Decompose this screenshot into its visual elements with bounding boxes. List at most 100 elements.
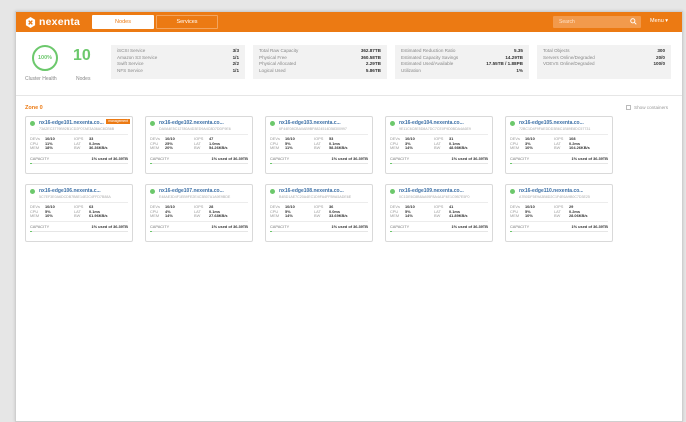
node-card[interactable]: nx16-edge105.nexenta.co... 72BC1D4F9FAEDD… bbox=[505, 116, 613, 174]
node-capacity: CAPACITY 1% used of 36.39TB bbox=[390, 152, 488, 161]
node-stats: DEVs 10/10 CPU 5% MEM 14% IOPS 36 LAT 0.0ms BW 33.6… bbox=[270, 202, 368, 219]
capacity-label: CAPACITY bbox=[510, 223, 530, 229]
search-icon[interactable] bbox=[630, 18, 637, 25]
node-stats: DEVs 10/10 CPU 5% MEM 11% IOPS 53 LAT 0.1ms BW 58.3… bbox=[270, 134, 368, 151]
summary-row-value: 2.29TB bbox=[365, 61, 381, 67]
node-stats: DEVs 10/10 CPU 11% MEM 18% IOPS 33 LAT 0.2ms BW 36.… bbox=[30, 134, 128, 151]
app-window: nexenta Nodes Services Search Menu ▾ 100… bbox=[15, 11, 683, 422]
divider bbox=[16, 95, 682, 96]
capacity-bar-fill bbox=[30, 230, 32, 233]
menu-button[interactable]: Menu ▾ bbox=[650, 18, 668, 24]
node-name-link[interactable]: nx16-edge101.nexenta.co... bbox=[39, 120, 104, 126]
stat-value: 61.96KB/s bbox=[89, 213, 108, 219]
node-stat: BW 33.69KB/s bbox=[314, 213, 348, 219]
node-card-header: nx16-edge106.nexenta.c... bbox=[30, 188, 128, 194]
stat-value: 20% bbox=[165, 145, 173, 151]
stat-value: 36.36KB/s bbox=[89, 145, 108, 151]
node-name-link[interactable]: nx16-edge107.nexenta.co... bbox=[159, 188, 224, 194]
node-capacity: CAPACITY 1% used of 36.39TB bbox=[150, 220, 248, 229]
node-card[interactable]: nx16-edge104.nexenta.co... 9E11C6C8E5D8A7… bbox=[385, 116, 493, 174]
capacity-bar-fill bbox=[390, 162, 392, 165]
node-stat: BW 54.26KB/s bbox=[194, 145, 228, 151]
summary-row-value: 20/0 bbox=[656, 54, 665, 60]
capacity-label: CAPACITY bbox=[150, 155, 170, 161]
capacity-bar-fill bbox=[30, 162, 32, 165]
stat-value: 11% bbox=[285, 145, 293, 151]
stats-col-right: IOPS 31 LAT 0.1ms BW 48.98KB/s bbox=[434, 136, 468, 151]
summary-row-label: iSCSI Service bbox=[117, 48, 146, 53]
capacity-label: CAPACITY bbox=[30, 155, 50, 161]
node-id: 5C7EF3E0A6DCDB7B8E14E2C4FFD7B88A bbox=[39, 195, 111, 199]
node-name-link[interactable]: nx16-edge103.nexenta.c... bbox=[279, 120, 341, 126]
node-stats: DEVs 10/10 CPU 5% MEM 10% IOPS 29 LAT 0.2ms BW 28.0… bbox=[510, 202, 608, 219]
node-card[interactable]: nx16-edge106.nexenta.c... 5C7EF3E0A6DCDB7… bbox=[25, 184, 133, 242]
summary-row-label: Swift Service bbox=[117, 61, 144, 67]
nodes-count: 10 bbox=[73, 47, 91, 64]
node-stat: BW 36.36KB/s bbox=[74, 145, 108, 151]
stat-value: 10% bbox=[525, 145, 533, 151]
node-card[interactable]: nx16-edge102.nexenta.co... DA0A4E5C12780A… bbox=[145, 116, 253, 174]
node-stat: BW 61.96KB/s bbox=[74, 213, 108, 219]
stats-col-right: IOPS 47 LAT 1.0ms BW 54.26KB/s bbox=[194, 136, 228, 151]
node-card[interactable]: nx16-edge107.nexenta.co... E48AE3D4F1EB9F… bbox=[145, 184, 253, 242]
nexenta-logo-icon bbox=[25, 16, 36, 28]
node-name-link[interactable]: nx16-edge106.nexenta.c... bbox=[39, 188, 101, 194]
status-dot-icon bbox=[150, 120, 155, 126]
capacity-value: 1% used of 36.39TB bbox=[571, 155, 608, 161]
summary-row-label: Utilization bbox=[401, 67, 421, 73]
management-badge: management bbox=[106, 119, 130, 124]
node-stats: DEVs 10/10 CPU 3% MEM 10% IOPS 108 LAT 0.2ms BW 104… bbox=[510, 134, 608, 151]
capacity-label: CAPACITY bbox=[510, 155, 530, 161]
summary-row-value: 1% bbox=[516, 67, 523, 73]
capacity-bar bbox=[270, 230, 368, 233]
summary-row-value: 14.29TB bbox=[505, 54, 523, 60]
capacity-bar-fill bbox=[150, 162, 152, 165]
summary-row: Utilization 1% bbox=[401, 68, 523, 75]
tab-services[interactable]: Services bbox=[156, 15, 218, 29]
node-name-link[interactable]: nx16-edge108.nexenta.co... bbox=[279, 188, 344, 194]
node-capacity: CAPACITY 1% used of 36.39TB bbox=[270, 220, 368, 229]
node-name-link[interactable]: nx16-edge104.nexenta.co... bbox=[399, 120, 464, 126]
capacity-bar-fill bbox=[270, 230, 272, 233]
checkbox[interactable] bbox=[626, 105, 632, 110]
logo[interactable]: nexenta bbox=[25, 16, 80, 28]
services-panel: iSCSI Service 3/3 Amazon S3 Service 1/1 Swif… bbox=[111, 45, 245, 79]
node-card-header: nx16-edge108.nexenta.co... bbox=[270, 188, 368, 194]
node-name-link[interactable]: nx16-edge110.nexenta.co... bbox=[519, 188, 583, 194]
summary-row-value: 360.58TB bbox=[360, 54, 381, 60]
tab-nodes[interactable]: Nodes bbox=[92, 15, 154, 29]
capacity-panel: Total Raw Capacity 362.87TB Physical Free 3… bbox=[253, 45, 387, 79]
capacity-bar bbox=[150, 230, 248, 233]
top-bar: nexenta Nodes Services Search Menu ▾ bbox=[16, 12, 682, 32]
capacity-bar bbox=[510, 162, 608, 165]
capacity-bar bbox=[150, 162, 248, 165]
node-card[interactable]: nx16-edge108.nexenta.co... B4BD1AE7C20A4E… bbox=[265, 184, 373, 242]
node-name-link[interactable]: nx16-edge109.nexenta.co... bbox=[399, 188, 464, 194]
node-card[interactable]: management nx16-edge101.nexenta.co... 73A2… bbox=[25, 116, 133, 174]
capacity-bar bbox=[390, 162, 488, 165]
stat-label: MEM bbox=[390, 145, 400, 151]
summary-row: Estimated Capacity Savings 14.29TB bbox=[401, 55, 523, 62]
stats-col-right: IOPS 53 LAT 0.1ms BW 58.36KB/s bbox=[314, 136, 348, 151]
show-containers-toggle[interactable]: Show containers bbox=[626, 105, 668, 110]
stats-col-right: IOPS 63 LAT 0.1ms BW 61.96KB/s bbox=[74, 204, 108, 219]
stats-col-right: IOPS 36 LAT 0.0ms BW 33.69KB/s bbox=[314, 204, 348, 219]
stat-value: 41.89KB/s bbox=[449, 213, 468, 219]
stat-value: 14% bbox=[405, 145, 413, 151]
summary-row: Estimated Used/Available 17.55TB / 1.88PB bbox=[401, 61, 523, 68]
node-card[interactable]: nx16-edge109.nexenta.co... 0C1DE6C8B8AA95… bbox=[385, 184, 493, 242]
node-name-link[interactable]: nx16-edge102.nexenta.co... bbox=[159, 120, 224, 126]
node-name-link[interactable]: nx16-edge105.nexenta.co... bbox=[519, 120, 584, 126]
stat-value: 33.69KB/s bbox=[329, 213, 348, 219]
node-card[interactable]: nx16-edge103.nexenta.c... 6F44E08CBA0AB9B… bbox=[265, 116, 373, 174]
node-card-header: nx16-edge102.nexenta.co... bbox=[150, 120, 248, 126]
status-dot-icon bbox=[150, 188, 155, 194]
summary-row: Physical Free 360.58TB bbox=[259, 55, 381, 62]
capacity-value: 1% used of 36.39TB bbox=[331, 155, 368, 161]
node-card[interactable]: nx16-edge110.nexenta.co... A7B0DF5E9A3B8D… bbox=[505, 184, 613, 242]
search-input[interactable]: Search bbox=[553, 16, 641, 28]
node-stat: BW 48.98KB/s bbox=[434, 145, 468, 151]
capacity-value: 1% used of 36.39TB bbox=[451, 223, 488, 229]
summary-row-value: 2/2 bbox=[232, 61, 239, 67]
node-id: 73A2EC3779B92B1CD2F07AE3A36AC8CB6B bbox=[39, 127, 115, 131]
